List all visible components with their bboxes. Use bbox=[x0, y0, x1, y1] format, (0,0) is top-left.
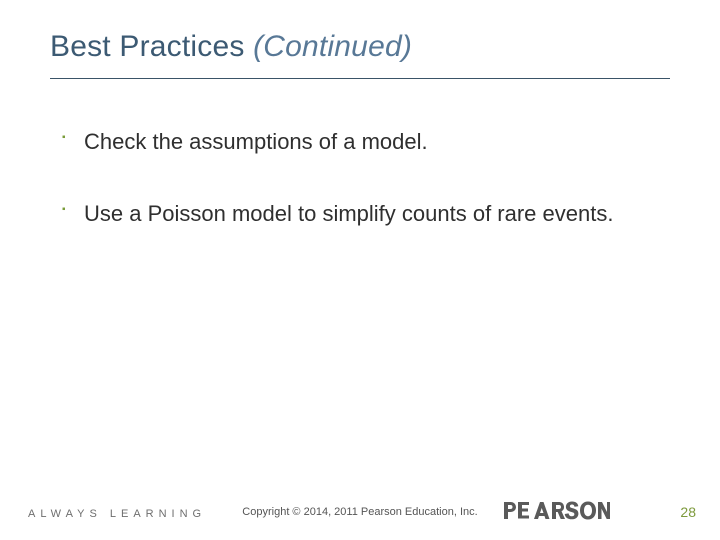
slide-title: Best Practices (Continued) bbox=[50, 30, 412, 64]
bullet-list: Check the assumptions of a model. Use a … bbox=[60, 128, 660, 227]
bullet-text: Check the assumptions of a model. bbox=[84, 129, 428, 154]
title-suffix: (Continued) bbox=[253, 30, 412, 63]
slide-body: Check the assumptions of a model. Use a … bbox=[60, 128, 660, 271]
title-block: Best Practices (Continued) bbox=[50, 30, 412, 64]
bullet-text: Use a Poisson model to simplify counts o… bbox=[84, 201, 613, 226]
brand-logo bbox=[500, 500, 610, 522]
copyright: Copyright © 2014, 2011 Pearson Education… bbox=[0, 506, 720, 518]
title-main: Best Practices bbox=[50, 30, 253, 63]
list-item: Check the assumptions of a model. bbox=[60, 128, 660, 156]
list-item: Use a Poisson model to simplify counts o… bbox=[60, 200, 660, 228]
slide: { "title": { "main": "Best Practices ", … bbox=[0, 0, 720, 540]
page-number: 28 bbox=[680, 504, 696, 520]
title-underline bbox=[50, 78, 670, 79]
pearson-wordmark-icon bbox=[500, 500, 610, 522]
footer: ALWAYS LEARNING Copyright © 2014, 2011 P… bbox=[0, 496, 720, 522]
